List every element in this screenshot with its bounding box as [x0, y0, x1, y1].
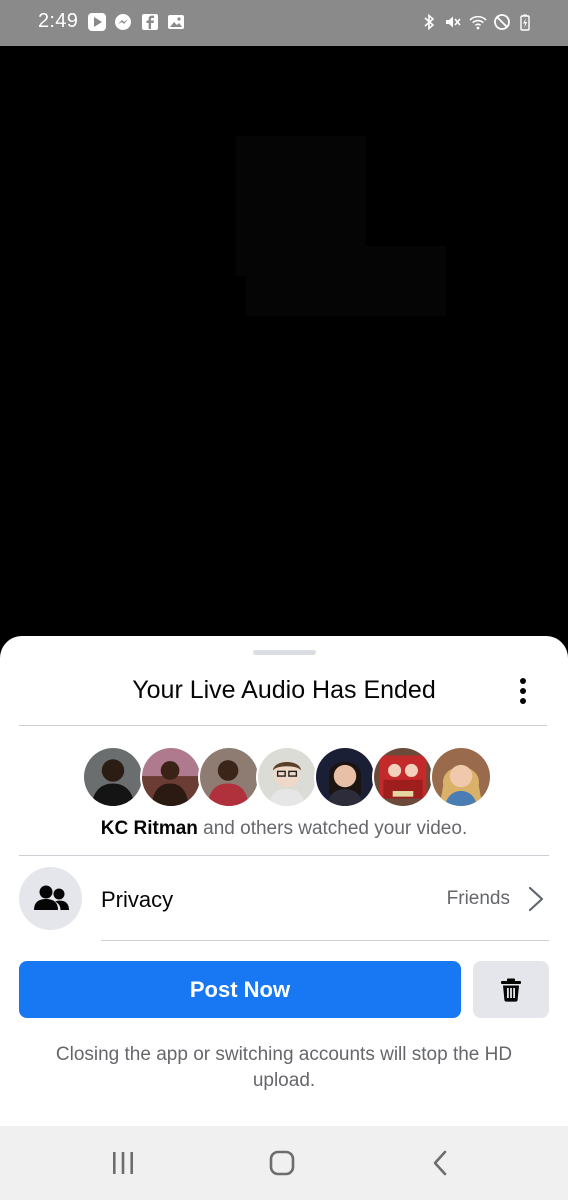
avatar[interactable] [372, 746, 434, 808]
wifi-icon [469, 13, 487, 31]
navigation-bar [0, 1126, 568, 1200]
viewer-avatars[interactable] [82, 746, 492, 808]
divider [19, 855, 549, 856]
privacy-row[interactable]: Privacy Friends [0, 857, 568, 941]
status-bar: 2:49 [0, 0, 568, 46]
recent-apps-icon[interactable] [103, 1146, 143, 1180]
divider [19, 725, 547, 726]
friends-icon [19, 867, 82, 930]
sheet-title: Your Live Audio Has Ended [132, 676, 436, 704]
avatar[interactable] [198, 746, 260, 808]
do-not-disturb-icon [493, 13, 511, 31]
more-options-button[interactable] [506, 674, 540, 708]
avatar[interactable] [256, 746, 318, 808]
privacy-value: Friends [446, 888, 510, 909]
battery-icon [516, 13, 534, 31]
upload-notice: Closing the app or switching accounts wi… [55, 1044, 513, 1091]
chevron-right-icon [528, 886, 544, 912]
dot [520, 698, 526, 704]
bluetooth-icon [420, 13, 438, 31]
status-time: 2:49 [38, 10, 79, 32]
divider [101, 940, 549, 941]
live-ended-sheet: Your Live Audio Has Ended KC Ritman and … [0, 636, 568, 1126]
privacy-label: Privacy [101, 887, 174, 912]
avatar[interactable] [82, 746, 144, 808]
avatar[interactable] [430, 746, 492, 808]
video-shadow [246, 246, 446, 316]
video-preview [0, 46, 568, 646]
post-now-button[interactable]: Post Now [19, 961, 461, 1018]
dot [520, 688, 526, 694]
trash-icon [501, 978, 521, 1002]
messenger-icon [114, 13, 132, 31]
sheet-drag-handle[interactable] [253, 650, 316, 655]
viewers-summary: KC Ritman and others watched your video. [0, 818, 568, 840]
avatar[interactable] [140, 746, 202, 808]
home-icon[interactable] [262, 1146, 302, 1180]
viewers-summary-text: and others watched your video. [197, 818, 468, 839]
play-store-icon [88, 13, 106, 31]
dot [520, 678, 526, 684]
back-icon[interactable] [420, 1146, 460, 1180]
gallery-icon [167, 13, 185, 31]
mute-icon [444, 13, 462, 31]
facebook-icon [141, 13, 159, 31]
avatar[interactable] [314, 746, 376, 808]
viewer-name[interactable]: KC Ritman [101, 818, 198, 839]
delete-button[interactable] [473, 961, 549, 1018]
